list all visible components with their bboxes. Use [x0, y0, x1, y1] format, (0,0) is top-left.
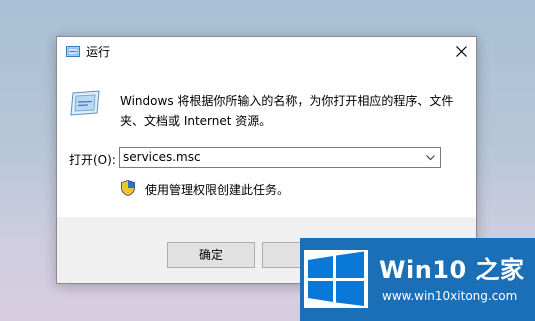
open-input[interactable]: services.msc	[123, 150, 201, 164]
dropdown-button[interactable]	[423, 150, 438, 165]
window-title: 运行	[86, 45, 111, 59]
admin-note: 使用管理权限创建此任务。	[145, 183, 290, 197]
watermark-brand: Win10 之家	[379, 256, 525, 284]
watermark: Win10 之家 www.win10xitong.com	[300, 238, 535, 321]
watermark-url: www.win10xitong.com	[382, 289, 518, 303]
shield-icon	[121, 180, 135, 196]
open-label: 打开(O):	[69, 153, 116, 167]
windows-logo-icon	[304, 250, 368, 308]
ok-button[interactable]: 确定	[167, 242, 255, 268]
open-combobox[interactable]: services.msc	[119, 147, 441, 168]
title-bar[interactable]: 运行	[57, 37, 476, 65]
close-button[interactable]	[446, 37, 476, 65]
run-app-icon	[66, 46, 80, 57]
close-icon	[455, 45, 467, 57]
chevron-down-icon	[426, 154, 435, 160]
run-icon	[70, 90, 100, 116]
description-text: Windows 将根据你所输入的名称，为你打开相应的程序、文件夹、文档或 Int…	[120, 94, 454, 128]
